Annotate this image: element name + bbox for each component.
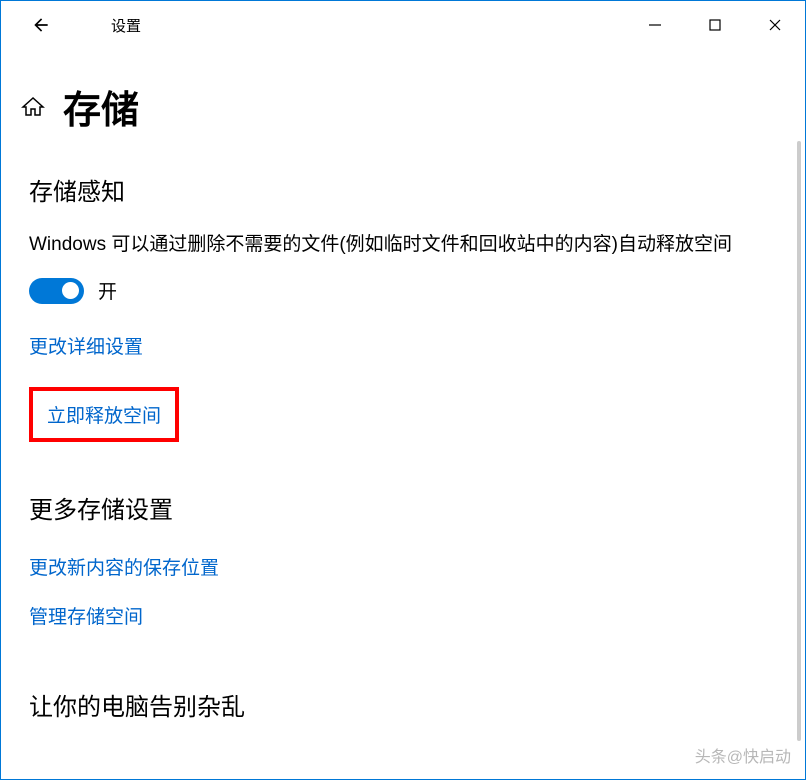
home-icon[interactable]: [21, 95, 45, 119]
back-button[interactable]: [21, 5, 61, 45]
close-button[interactable]: [745, 5, 805, 45]
minimize-button[interactable]: [625, 5, 685, 45]
page-header: 存储: [1, 49, 805, 154]
close-icon: [768, 18, 782, 32]
toggle-state-label: 开: [98, 277, 117, 304]
maximize-button[interactable]: [685, 5, 745, 45]
scrollbar[interactable]: [797, 141, 801, 741]
free-space-now-link[interactable]: 立即释放空间: [29, 387, 179, 442]
maximize-icon: [708, 18, 722, 32]
storage-sense-toggle[interactable]: [29, 278, 84, 304]
window-title: 设置: [111, 15, 141, 36]
manage-storage-link[interactable]: 管理存储空间: [29, 602, 143, 629]
titlebar-left: 设置: [1, 5, 141, 45]
window-controls: [625, 5, 805, 45]
storage-sense-description: Windows 可以通过删除不需要的文件(例如临时文件和回收站中的内容)自动释放…: [29, 229, 777, 261]
toggle-knob: [62, 282, 79, 299]
storage-sense-title: 存储感知: [29, 172, 777, 207]
watermark-text: 头条@快启动: [695, 743, 791, 767]
back-arrow-icon: [31, 15, 51, 35]
change-save-location-link[interactable]: 更改新内容的保存位置: [29, 553, 219, 580]
storage-sense-toggle-row: 开: [29, 277, 777, 304]
page-title: 存储: [63, 79, 139, 134]
minimize-icon: [648, 18, 662, 32]
cleanup-title: 让你的电脑告别杂乱: [29, 687, 777, 722]
content-area: 存储感知 Windows 可以通过删除不需要的文件(例如临时文件和回收站中的内容…: [1, 172, 805, 722]
more-storage-title: 更多存储设置: [29, 490, 777, 525]
change-detail-settings-link[interactable]: 更改详细设置: [29, 332, 143, 359]
titlebar: 设置: [1, 1, 805, 49]
